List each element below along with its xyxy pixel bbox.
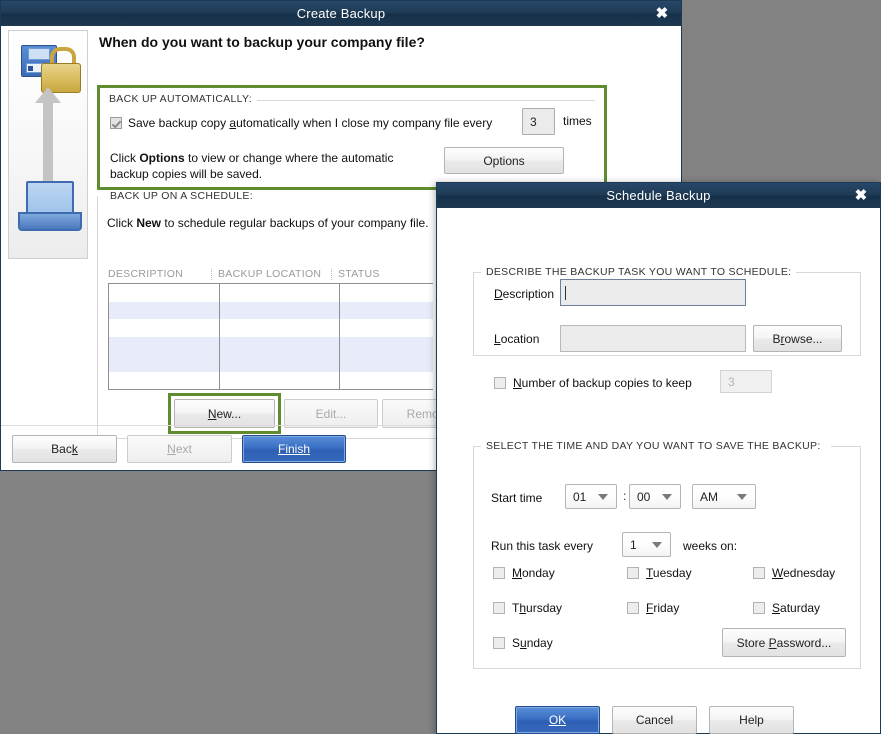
- store-password-button[interactable]: Store Password...: [722, 628, 846, 657]
- day-checkbox-tuesday[interactable]: Tuesday: [627, 566, 692, 580]
- create-backup-title: Create Backup: [297, 6, 386, 21]
- cancel-button[interactable]: Cancel: [612, 706, 697, 734]
- edit-schedule-button[interactable]: Edit...: [284, 399, 378, 428]
- day-checkbox-saturday[interactable]: Saturday: [753, 601, 820, 615]
- auto-group-legend: BACK UP AUTOMATICALLY:: [109, 93, 257, 105]
- column-header-description: DESCRIPTION: [108, 268, 218, 280]
- laptop-base: [18, 212, 82, 231]
- schedule-hint-text: Click New to schedule regular backups of…: [107, 216, 429, 230]
- day-checkbox-thursday[interactable]: Thursday: [493, 601, 562, 615]
- checkbox-wednesday[interactable]: [753, 567, 765, 579]
- label-friday: Friday: [646, 601, 679, 615]
- chevron-down-icon: [662, 494, 672, 500]
- table-row[interactable]: [109, 284, 433, 302]
- description-input[interactable]: [560, 279, 746, 306]
- description-label: Description: [494, 287, 554, 301]
- schedule-table: DESCRIPTION BACKUP LOCATION STATUS: [108, 265, 433, 390]
- checkbox-saturday[interactable]: [753, 602, 765, 614]
- finish-button[interactable]: Finish: [242, 435, 346, 463]
- back-button[interactable]: Back: [12, 435, 117, 463]
- times-value: 3: [530, 115, 537, 129]
- number-of-copies-value: 3: [728, 375, 735, 389]
- next-button[interactable]: Next: [127, 435, 232, 463]
- auto-backup-checkbox[interactable]: [110, 117, 122, 129]
- weeks-on-label: weeks on:: [683, 539, 737, 553]
- chevron-down-icon: [652, 542, 662, 548]
- number-of-copies-label: Number of backup copies to keep: [513, 376, 692, 390]
- start-ampm-dropdown[interactable]: AM: [692, 484, 756, 509]
- number-of-copies-checkbox-row[interactable]: Number of backup copies to keep: [494, 376, 692, 390]
- start-hour-dropdown[interactable]: 01: [565, 484, 617, 509]
- start-minute-value: 00: [637, 490, 650, 504]
- number-of-copies-checkbox[interactable]: [494, 377, 506, 389]
- label-tuesday: Tuesday: [646, 566, 692, 580]
- schedule-backup-body: DESCRIBE THE BACKUP TASK YOU WANT TO SCH…: [437, 208, 880, 733]
- number-of-copies-input[interactable]: 3: [720, 370, 772, 393]
- start-ampm-value: AM: [700, 490, 718, 504]
- create-backup-titlebar: Create Backup ✖: [1, 1, 681, 26]
- create-backup-content: When do you want to backup your company …: [97, 34, 671, 61]
- chevron-down-icon: [598, 494, 608, 500]
- times-input[interactable]: 3: [522, 108, 555, 135]
- checkbox-friday[interactable]: [627, 602, 639, 614]
- auto-group-rule: [225, 100, 595, 101]
- create-backup-footer: Back Next Finish: [12, 435, 346, 463]
- column-header-status: STATUS: [338, 268, 428, 280]
- weeks-interval-dropdown[interactable]: 1: [622, 532, 671, 557]
- label-wednesday: Wednesday: [772, 566, 835, 580]
- time-colon: :: [623, 489, 626, 503]
- schedule-backup-titlebar: Schedule Backup ✖: [437, 183, 880, 208]
- schedule-backup-title: Schedule Backup: [606, 188, 710, 203]
- day-checkbox-wednesday[interactable]: Wednesday: [753, 566, 835, 580]
- arrow-shaft: [43, 99, 53, 183]
- start-minute-dropdown[interactable]: 00: [629, 484, 681, 509]
- help-button[interactable]: Help: [709, 706, 794, 734]
- run-every-label: Run this task every: [491, 539, 593, 553]
- schedule-backup-window: Schedule Backup ✖ DESCRIBE THE BACKUP TA…: [436, 182, 881, 734]
- start-hour-value: 01: [573, 490, 586, 504]
- chevron-down-icon: [737, 494, 747, 500]
- day-checkbox-sunday[interactable]: Sunday: [493, 636, 553, 650]
- times-label: times: [563, 114, 592, 128]
- close-icon[interactable]: ✖: [852, 187, 870, 205]
- day-checkbox-friday[interactable]: Friday: [627, 601, 679, 615]
- table-row[interactable]: [109, 302, 433, 320]
- label-sunday: Sunday: [512, 636, 553, 650]
- location-input[interactable]: [560, 325, 746, 352]
- schedule-table-header: DESCRIPTION BACKUP LOCATION STATUS: [108, 265, 433, 283]
- browse-button[interactable]: Browse...: [753, 325, 842, 352]
- table-row[interactable]: [109, 319, 433, 337]
- table-row[interactable]: [109, 372, 433, 390]
- backup-illustration-panel: [8, 30, 88, 259]
- day-checkbox-monday[interactable]: Monday: [493, 566, 555, 580]
- schedule-table-body[interactable]: [108, 283, 433, 390]
- column-header-backup-location: BACKUP LOCATION: [218, 268, 338, 280]
- laptop-icon: [26, 181, 74, 216]
- back-up-automatically-group: BACK UP AUTOMATICALLY: Save backup copy …: [97, 85, 607, 190]
- schedule-group-legend: BACK UP ON A SCHEDULE:: [105, 190, 258, 202]
- label-saturday: Saturday: [772, 601, 820, 615]
- ok-button[interactable]: OK: [515, 706, 600, 734]
- close-icon[interactable]: ✖: [653, 5, 671, 23]
- location-label: Location: [494, 332, 539, 346]
- column-divider: [219, 284, 220, 389]
- table-row[interactable]: [109, 337, 433, 355]
- text-caret: [565, 286, 566, 300]
- checkbox-tuesday[interactable]: [627, 567, 639, 579]
- table-row[interactable]: [109, 354, 433, 372]
- label-monday: Monday: [512, 566, 555, 580]
- schedule-backup-footer: OK Cancel Help: [515, 706, 794, 734]
- options-hint-text: Click Options to view or change where th…: [110, 150, 410, 182]
- label-thursday: Thursday: [512, 601, 562, 615]
- new-schedule-button[interactable]: New...: [174, 399, 275, 428]
- start-time-label: Start time: [491, 491, 542, 505]
- checkbox-monday[interactable]: [493, 567, 505, 579]
- options-button[interactable]: Options: [444, 147, 564, 174]
- auto-backup-checkbox-label: Save backup copy automatically when I cl…: [128, 116, 492, 130]
- page-title: When do you want to backup your company …: [99, 34, 671, 50]
- checkbox-sunday[interactable]: [493, 637, 505, 649]
- column-divider: [339, 284, 340, 389]
- weeks-interval-value: 1: [630, 538, 637, 552]
- checkbox-thursday[interactable]: [493, 602, 505, 614]
